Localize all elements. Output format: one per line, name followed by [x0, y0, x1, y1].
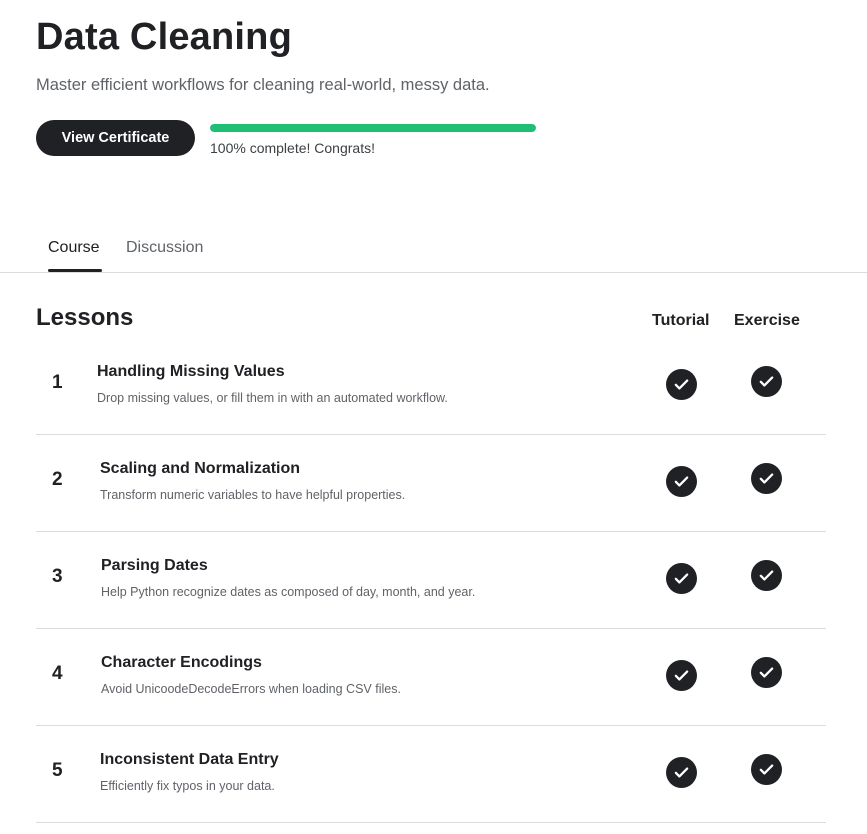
lesson-description: Transform numeric variables to have help…	[100, 488, 406, 502]
lesson-row: 1 Handling Missing Values Drop missing v…	[36, 337, 826, 435]
lesson-description: Drop missing values, or fill them in wit…	[97, 391, 448, 405]
lesson-number: 2	[52, 469, 63, 490]
lesson-title-link[interactable]: Handling Missing Values	[97, 363, 285, 381]
exercise-check-icon[interactable]	[751, 366, 782, 397]
lesson-number: 1	[52, 372, 63, 393]
lesson-title-link[interactable]: Character Encodings	[101, 654, 262, 672]
lesson-description: Avoid UnicoodeDecodeErrors when loading …	[101, 682, 401, 696]
lesson-title-link[interactable]: Inconsistent Data Entry	[100, 751, 279, 769]
course-page: Data Cleaning Master efficient workflows…	[0, 0, 867, 834]
exercise-column-header: Exercise	[734, 312, 800, 329]
tutorial-check-icon[interactable]	[666, 466, 697, 497]
page-title: Data Cleaning	[36, 16, 292, 58]
tutorial-check-icon[interactable]	[666, 563, 697, 594]
lesson-title-link[interactable]: Parsing Dates	[101, 557, 208, 575]
lesson-description: Help Python recognize dates as composed …	[101, 585, 476, 599]
lesson-row: 2 Scaling and Normalization Transform nu…	[36, 434, 826, 532]
exercise-check-icon[interactable]	[751, 754, 782, 785]
tutorial-column-header: Tutorial	[652, 312, 710, 329]
progress-bar-fill	[210, 124, 536, 132]
progress-text: 100% complete! Congrats!	[210, 140, 375, 156]
page-subtitle: Master efficient workflows for cleaning …	[36, 76, 490, 94]
exercise-check-icon[interactable]	[751, 463, 782, 494]
tab-course[interactable]: Course	[48, 239, 100, 257]
tab-bar: Course Discussion	[0, 232, 867, 273]
tutorial-check-icon[interactable]	[666, 660, 697, 691]
exercise-check-icon[interactable]	[751, 657, 782, 688]
tutorial-check-icon[interactable]	[666, 369, 697, 400]
lesson-number: 4	[52, 663, 63, 684]
lesson-row: 3 Parsing Dates Help Python recognize da…	[36, 531, 826, 629]
lesson-number: 5	[52, 760, 63, 781]
tab-discussion[interactable]: Discussion	[126, 239, 203, 257]
progress-bar	[210, 124, 536, 132]
lesson-row: 4 Character Encodings Avoid UnicoodeDeco…	[36, 628, 826, 726]
exercise-check-icon[interactable]	[751, 560, 782, 591]
lesson-row: 5 Inconsistent Data Entry Efficiently fi…	[36, 725, 826, 823]
lesson-number: 3	[52, 566, 63, 587]
lesson-title-link[interactable]: Scaling and Normalization	[100, 460, 300, 478]
active-tab-indicator	[48, 269, 102, 272]
lessons-heading: Lessons	[36, 304, 134, 331]
tutorial-check-icon[interactable]	[666, 757, 697, 788]
view-certificate-button[interactable]: View Certificate	[36, 120, 195, 156]
lesson-description: Efficiently fix typos in your data.	[100, 779, 275, 793]
